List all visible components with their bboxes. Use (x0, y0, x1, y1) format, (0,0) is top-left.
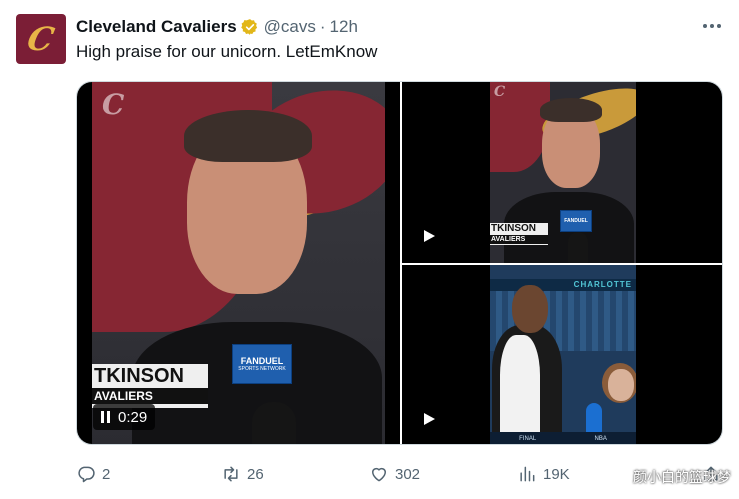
score-nba: NBA (594, 436, 607, 442)
microphone (568, 232, 588, 263)
video-bottom-right[interactable]: CHARLOTTE FINAL NBA (402, 265, 722, 444)
retweet-button[interactable]: 26 (221, 462, 264, 486)
microphone (586, 403, 602, 433)
verified-badge-icon (240, 19, 257, 35)
video-frame-coach-closeup: C FANDUEL TKINSON AVALIERS (490, 82, 636, 263)
reply-button[interactable]: 2 (76, 462, 110, 486)
player-towel (500, 335, 540, 435)
like-button[interactable]: 302 (369, 462, 420, 486)
cavaliers-c-logo: C (24, 20, 58, 58)
play-icon[interactable] (422, 229, 436, 243)
separator-dot: · (319, 17, 326, 36)
pause-icon[interactable] (101, 411, 110, 423)
views-button[interactable]: 19K (517, 462, 570, 486)
video-main[interactable]: C FANDUEL SPORTS NETWORK TKINSON AVALIER… (77, 82, 400, 444)
score-final: FINAL (519, 436, 537, 442)
lower-third-name: TKINSON (491, 223, 536, 234)
cavaliers-c-logo: C (494, 84, 506, 100)
cavaliers-c-logo: C (102, 88, 125, 121)
mic-flag-brand: FANDUEL (240, 356, 284, 366)
reporter-face (608, 369, 634, 401)
video-top-right[interactable]: C FANDUEL TKINSON AVALIERS (402, 82, 722, 263)
avatar[interactable]: C (16, 14, 66, 64)
mic-flag-sub: SPORTS NETWORK (238, 366, 286, 372)
lower-third-graphic: TKINSON AVALIERS (490, 223, 548, 245)
mic-flag-fanduel: FANDUEL SPORTS NETWORK (232, 344, 292, 384)
video-frame-coach: C FANDUEL SPORTS NETWORK TKINSON AVALIER… (92, 82, 385, 444)
more-dots-icon (703, 24, 707, 28)
author-handle[interactable]: @cavs (264, 17, 316, 37)
timestamp[interactable]: 12h (330, 17, 358, 37)
video-frame-player-interview: CHARLOTTE FINAL NBA (490, 265, 636, 444)
views-chart-icon (520, 466, 535, 482)
score-bar: FINAL NBA (490, 432, 636, 444)
like-count: 302 (395, 465, 421, 483)
retweet-icon (224, 466, 238, 482)
more-options-button[interactable] (703, 16, 721, 36)
views-count: 19K (543, 465, 570, 483)
player-face (512, 285, 548, 333)
coach-hair (184, 110, 312, 162)
reply-count: 2 (102, 465, 111, 483)
mic-flag-fanduel: FANDUEL (560, 210, 592, 232)
mic-flag-brand: FANDUEL (564, 218, 588, 224)
arena-banner: CHARLOTTE (490, 279, 636, 291)
tweet-header: Cleveland Cavaliers @cavs · 12h (76, 16, 358, 38)
video-duration-badge[interactable]: 0:29 (93, 404, 156, 430)
lower-third-graphic: TKINSON AVALIERS (92, 364, 208, 408)
media-grid: C FANDUEL SPORTS NETWORK TKINSON AVALIER… (76, 81, 723, 445)
microphone (252, 402, 296, 444)
heart-icon (372, 467, 386, 482)
reply-icon (78, 466, 95, 483)
tweet-actions: 2 26 302 19K (76, 462, 723, 486)
lower-third-team: AVALIERS (92, 388, 208, 404)
lower-third-team: AVALIERS (490, 235, 548, 244)
coach-hair (540, 98, 602, 122)
watermark: 颜小白的篮球梦 (633, 469, 731, 485)
lower-third-name: TKINSON (94, 365, 184, 387)
video-duration: 0:29 (118, 408, 148, 426)
play-icon[interactable] (422, 412, 436, 426)
retweet-count: 26 (247, 465, 264, 483)
author-name[interactable]: Cleveland Cavaliers (76, 17, 237, 37)
tweet-text: High praise for our unicorn. LetEmKnow (76, 42, 378, 61)
